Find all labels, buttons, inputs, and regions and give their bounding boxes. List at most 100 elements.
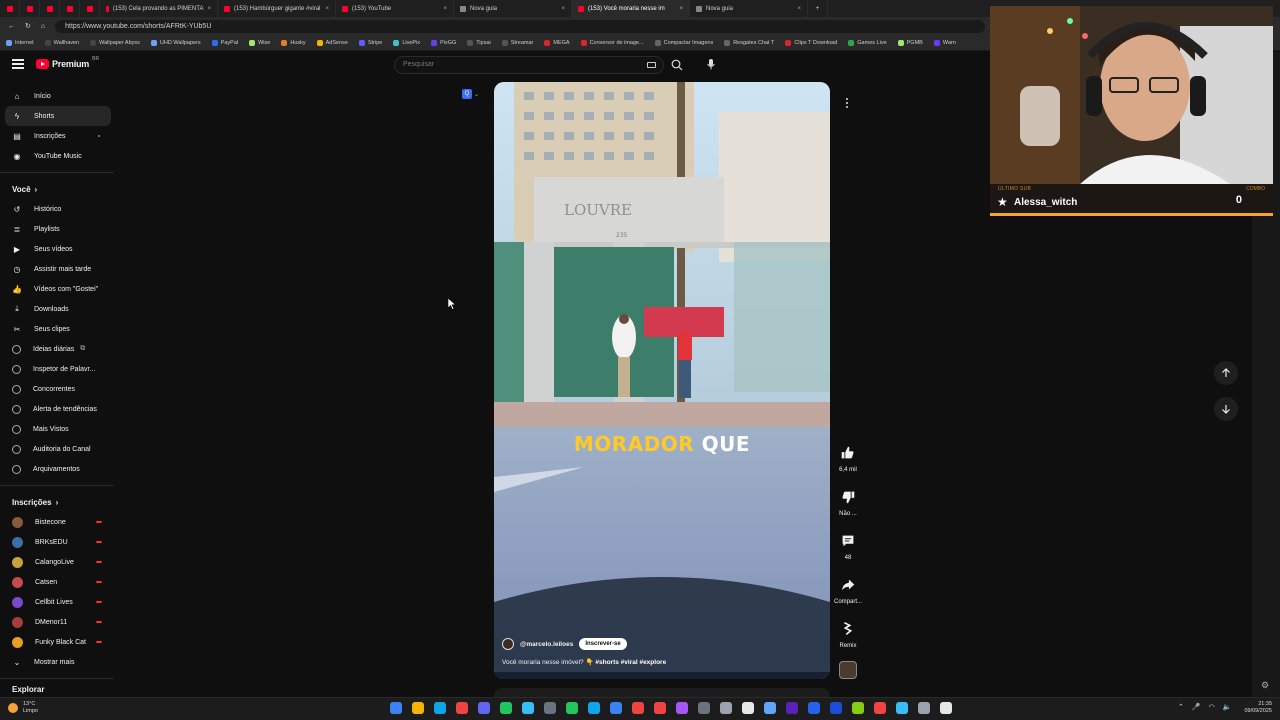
taskbar-app-icon[interactable] <box>456 702 468 714</box>
taskbar-app-icon[interactable] <box>808 702 820 714</box>
weather-widget[interactable]: 13°C Limpo <box>8 701 38 715</box>
voice-search-button[interactable] <box>704 57 718 71</box>
more-options-button[interactable] <box>840 95 854 111</box>
search-input[interactable]: Pesquisar <box>394 56 664 74</box>
subscription-item[interactable]: Bistecone <box>0 512 116 532</box>
sidebar-item[interactable]: ✂ Seus clipes <box>0 319 116 339</box>
bookmark-item[interactable]: Internet <box>6 39 34 46</box>
channel-name[interactable]: @marcelo.leiloes <box>520 641 573 648</box>
chevron-up-icon[interactable]: ⌃ <box>1178 703 1184 711</box>
gear-icon[interactable]: ⚙ <box>1261 680 1269 691</box>
sidebar-item[interactable]: Arquivamentos <box>0 459 116 479</box>
bookmark-item[interactable]: Wise <box>249 39 270 46</box>
sidebar-item[interactable]: ≣ Playlists <box>0 219 116 239</box>
bookmark-item[interactable]: LivePix <box>393 39 420 46</box>
subscription-item[interactable]: DMenor11 <box>0 612 116 632</box>
sidebar-item[interactable]: ▶ Seus vídeos <box>0 239 116 259</box>
taskbar-app-icon[interactable] <box>742 702 754 714</box>
bookmark-item[interactable]: Streamar <box>501 39 533 46</box>
bookmark-item[interactable]: PayPal <box>211 39 238 46</box>
bookmark-item[interactable]: Conversor de image... <box>580 39 644 46</box>
sidebar-item[interactable]: ↺ Histórico <box>0 199 116 219</box>
hamburger-menu-icon[interactable] <box>12 59 24 69</box>
sidebar-item[interactable]: Concorrentes <box>0 379 116 399</box>
search-button[interactable] <box>670 58 684 72</box>
browser-tab[interactable]: (153) Cela provando as PIMENTA × <box>100 0 218 17</box>
channel-avatar[interactable] <box>502 638 514 650</box>
taskbar-app-icon[interactable] <box>632 702 644 714</box>
subscription-item[interactable]: CalangoLive <box>0 552 116 572</box>
subscription-item[interactable]: Catsen <box>0 572 116 592</box>
remix-button[interactable] <box>838 619 858 639</box>
taskbar-app-icon[interactable] <box>764 702 776 714</box>
close-icon[interactable]: × <box>561 6 565 12</box>
taskbar-app-icon[interactable] <box>852 702 864 714</box>
bookmark-item[interactable]: Husky <box>281 39 306 46</box>
bookmark-item[interactable]: Compactar Imagens <box>654 39 713 46</box>
sidebar-section-subscriptions[interactable]: Inscrições › <box>0 492 116 512</box>
share-button[interactable] <box>838 575 858 595</box>
taskbar-app-icon[interactable] <box>434 702 446 714</box>
bookmark-item[interactable]: Clips T Download <box>785 39 837 46</box>
new-tab-button[interactable]: + <box>808 0 828 17</box>
wifi-icon[interactable]: ◠ <box>1209 703 1215 711</box>
dislike-button[interactable] <box>838 487 858 507</box>
sidebar-item[interactable]: ▤ Inscrições <box>0 126 116 146</box>
sidebar-section-you[interactable]: Você › <box>0 179 116 199</box>
sidebar-item[interactable]: ⤓ Downloads <box>0 299 116 319</box>
browser-tab[interactable] <box>80 0 100 17</box>
youtube-logo[interactable]: Premium BR <box>36 56 99 69</box>
reload-icon[interactable]: ↻ <box>25 22 31 30</box>
bookmark-item[interactable]: Tipsai <box>467 39 491 46</box>
share-action[interactable]: Compart... <box>834 575 862 605</box>
url-field[interactable]: https://www.youtube.com/shorts/AFRtK-YUb… <box>55 19 986 33</box>
comments-button[interactable] <box>838 531 858 551</box>
taskbar-app-icon[interactable] <box>566 702 578 714</box>
sidebar-item[interactable]: ◉ YouTube Music <box>0 146 116 166</box>
subscription-item[interactable]: Cellbit Lives <box>0 592 116 612</box>
bookmark-item[interactable]: Games Live <box>848 39 887 46</box>
taskbar-app-icon[interactable] <box>610 702 622 714</box>
taskbar-app-icon[interactable] <box>786 702 798 714</box>
bookmark-item[interactable]: PixGG <box>431 39 456 46</box>
browser-tab[interactable]: Nova guia × <box>690 0 808 17</box>
taskbar-app-icon[interactable] <box>940 702 952 714</box>
browser-tab[interactable] <box>40 0 60 17</box>
close-icon[interactable]: × <box>679 6 683 12</box>
taskbar-app-icon[interactable] <box>698 702 710 714</box>
remix-action[interactable]: Remix <box>834 619 862 649</box>
bookmark-item[interactable]: MEGA <box>544 39 570 46</box>
microphone-icon[interactable]: 🎤 <box>1192 703 1201 711</box>
video-description[interactable]: Você moraria nesse imóvel? 👇 #shorts #vi… <box>502 658 666 666</box>
bookmark-item[interactable]: Wallhaven <box>44 39 79 46</box>
back-icon[interactable]: ← <box>8 23 15 30</box>
browser-tab[interactable]: (153) YouTube × <box>336 0 454 17</box>
subscription-item[interactable]: Funky Black Cat <box>0 632 116 652</box>
previous-short-button[interactable] <box>1214 361 1238 385</box>
taskbar-app-icon[interactable] <box>654 702 666 714</box>
browser-tab[interactable]: (153) Hambúrguer gigante #viral × <box>218 0 336 17</box>
browser-tab[interactable]: Nova guia × <box>454 0 572 17</box>
bookmark-item[interactable]: Warn <box>933 39 956 46</box>
hashtags[interactable]: #shorts #viral #explore <box>595 659 666 666</box>
keyboard-icon[interactable] <box>647 62 656 68</box>
sidebar-item[interactable]: Auditoria do Canal <box>0 439 116 459</box>
subscribe-button[interactable]: Inscrever-se <box>579 638 627 650</box>
sound-thumbnail[interactable] <box>834 661 862 679</box>
subscription-item[interactable]: BRKsEDU <box>0 532 116 552</box>
comments-action[interactable]: 48 <box>834 531 862 561</box>
taskbar-app-icon[interactable] <box>522 702 534 714</box>
taskbar-app-icon[interactable] <box>412 702 424 714</box>
taskbar-app-icon[interactable] <box>918 702 930 714</box>
next-short-button[interactable] <box>1214 397 1238 421</box>
taskbar-app-icon[interactable] <box>500 702 512 714</box>
sidebar-item[interactable]: Alerta de tendências <box>0 399 116 419</box>
taskbar-app-icon[interactable] <box>874 702 886 714</box>
sidebar-item[interactable]: Ideias diárias ⧉ <box>0 339 116 359</box>
taskbar-app-icon[interactable] <box>544 702 556 714</box>
sidebar-item[interactable]: Inspetor de Palavr... <box>0 359 116 379</box>
sidebar-item[interactable]: 👍 Vídeos com "Gostei" <box>0 279 116 299</box>
taskbar-app-icon[interactable] <box>676 702 688 714</box>
browser-tab[interactable] <box>60 0 80 17</box>
like-action[interactable]: 6,4 mil <box>834 443 862 473</box>
